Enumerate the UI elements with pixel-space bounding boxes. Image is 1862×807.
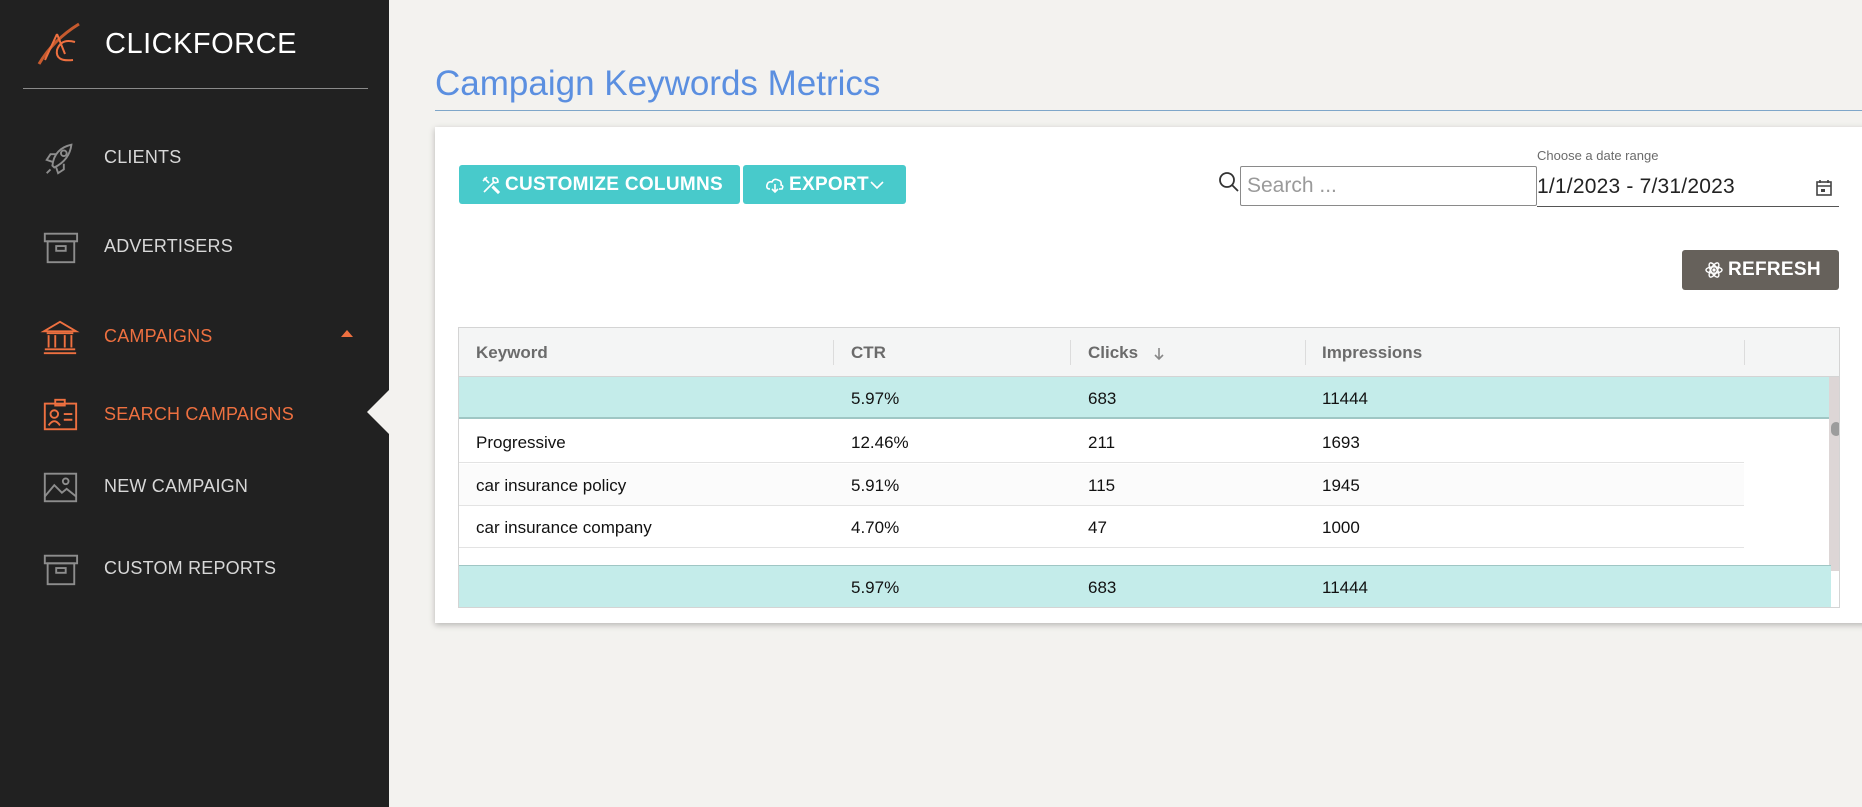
summary-ctr: 5.97%	[851, 389, 900, 408]
table-row[interactable]: car insurance company 4.70% 47 1000	[459, 506, 1744, 548]
caret-up-icon	[341, 330, 353, 337]
refresh-button[interactable]: REFRESH	[1682, 250, 1839, 290]
table-header: Keyword CTR Clicks Impressions	[459, 328, 1839, 377]
active-indicator-notch	[367, 390, 389, 434]
tools-icon	[482, 175, 501, 194]
sidebar-item-label: SEARCH CAMPAIGNS	[104, 404, 294, 424]
customize-columns-button[interactable]: CUSTOMIZE COLUMNS	[459, 165, 740, 204]
cell-impressions: 1693	[1322, 433, 1360, 452]
sidebar-item-label: CLIENTS	[104, 147, 182, 167]
column-header-ctr[interactable]: CTR	[851, 343, 886, 363]
cell-keyword: Progressive	[476, 433, 566, 452]
cloud-download-icon	[766, 178, 784, 193]
summary-row-bottom: 5.97% 683 11444	[459, 565, 1831, 607]
export-dropdown-button[interactable]: EXPORT	[743, 165, 906, 204]
cell-clicks: 115	[1088, 476, 1116, 495]
summary-ctr: 5.97%	[851, 578, 900, 597]
clickforce-logo-icon	[37, 22, 80, 65]
summary-row-top: 5.97% 683 11444	[459, 377, 1831, 419]
cell-impressions: 1945	[1322, 476, 1360, 495]
brand: CLICKFORCE	[23, 0, 368, 89]
cell-keyword: car insurance company	[476, 518, 652, 537]
date-range-value: 1/1/2023 - 7/31/2023	[1537, 175, 1735, 198]
page-title: Campaign Keywords Metrics	[435, 64, 881, 103]
column-divider	[1070, 340, 1071, 365]
summary-clicks: 683	[1088, 578, 1117, 597]
column-header-clicks[interactable]: Clicks	[1088, 343, 1165, 363]
search-icon	[1219, 172, 1239, 192]
date-range-field[interactable]: 1/1/2023 - 7/31/2023	[1537, 165, 1839, 207]
sort-arrow-down-icon[interactable]	[1153, 347, 1165, 361]
table-scrollbar-thumb[interactable]	[1831, 422, 1839, 436]
sidebar-item-new-campaign[interactable]: NEW CAMPAIGN	[0, 456, 389, 516]
chevron-down-icon	[870, 180, 884, 189]
sidebar-item-label: NEW CAMPAIGN	[104, 476, 249, 496]
atom-icon	[1705, 262, 1723, 278]
sidebar: CLICKFORCE CLIENTS ADVERTISERS CAMPAIGNS	[0, 0, 389, 807]
image-icon	[43, 472, 78, 503]
id-card-icon	[43, 398, 78, 431]
column-header-keyword[interactable]: Keyword	[476, 343, 548, 363]
cell-ctr: 12.46%	[851, 433, 909, 452]
cell-keyword: car insurance policy	[476, 476, 627, 495]
cell-clicks: 47	[1088, 518, 1107, 537]
rocket-icon	[45, 143, 73, 175]
sidebar-item-custom-reports[interactable]: CUSTOM REPORTS	[0, 538, 389, 598]
table-scrollbar[interactable]	[1829, 377, 1839, 571]
column-divider	[833, 340, 834, 365]
column-divider	[1305, 340, 1306, 365]
keywords-table: Keyword CTR Clicks Impressions 5.97% 683…	[458, 327, 1840, 608]
cell-clicks: 211	[1088, 433, 1116, 452]
sidebar-item-clients[interactable]: CLIENTS	[0, 127, 389, 187]
summary-clicks: 683	[1088, 389, 1117, 408]
title-divider	[435, 110, 1862, 111]
sidebar-item-search-campaigns[interactable]: SEARCH CAMPAIGNS	[0, 384, 389, 444]
sidebar-item-label: ADVERTISERS	[104, 236, 233, 256]
cell-ctr: 4.70%	[851, 518, 900, 537]
bank-icon	[40, 320, 80, 355]
column-divider	[1744, 340, 1745, 365]
sidebar-item-campaigns[interactable]: CAMPAIGNS	[0, 306, 389, 366]
column-header-clicks-label: Clicks	[1088, 343, 1139, 362]
sidebar-item-advertisers[interactable]: ADVERTISERS	[0, 216, 389, 276]
cell-impressions: 1000	[1322, 518, 1360, 537]
date-range-label: Choose a date range	[1537, 148, 1659, 163]
archive-box-icon	[43, 232, 79, 264]
summary-impressions: 11444	[1322, 389, 1369, 408]
cell-ctr: 5.91%	[851, 476, 900, 495]
customize-columns-label: CUSTOMIZE COLUMNS	[505, 173, 723, 195]
search-input[interactable]	[1240, 166, 1537, 206]
brand-name: CLICKFORCE	[105, 28, 297, 60]
sidebar-item-label: CUSTOM REPORTS	[104, 558, 277, 578]
export-label: EXPORT	[789, 173, 869, 195]
table-row[interactable]: car insurance policy 5.91% 115 1945	[459, 464, 1744, 506]
table-row[interactable]: Progressive 12.46% 211 1693	[459, 421, 1744, 463]
summary-impressions: 11444	[1322, 578, 1369, 597]
archive-box-icon	[43, 554, 79, 586]
metrics-card: CUSTOMIZE COLUMNS EXPORT Choose a date r…	[435, 127, 1862, 623]
sidebar-item-label: CAMPAIGNS	[104, 326, 213, 346]
refresh-label: REFRESH	[1728, 259, 1821, 280]
calendar-icon[interactable]	[1815, 179, 1833, 197]
column-header-impressions[interactable]: Impressions	[1322, 343, 1422, 363]
